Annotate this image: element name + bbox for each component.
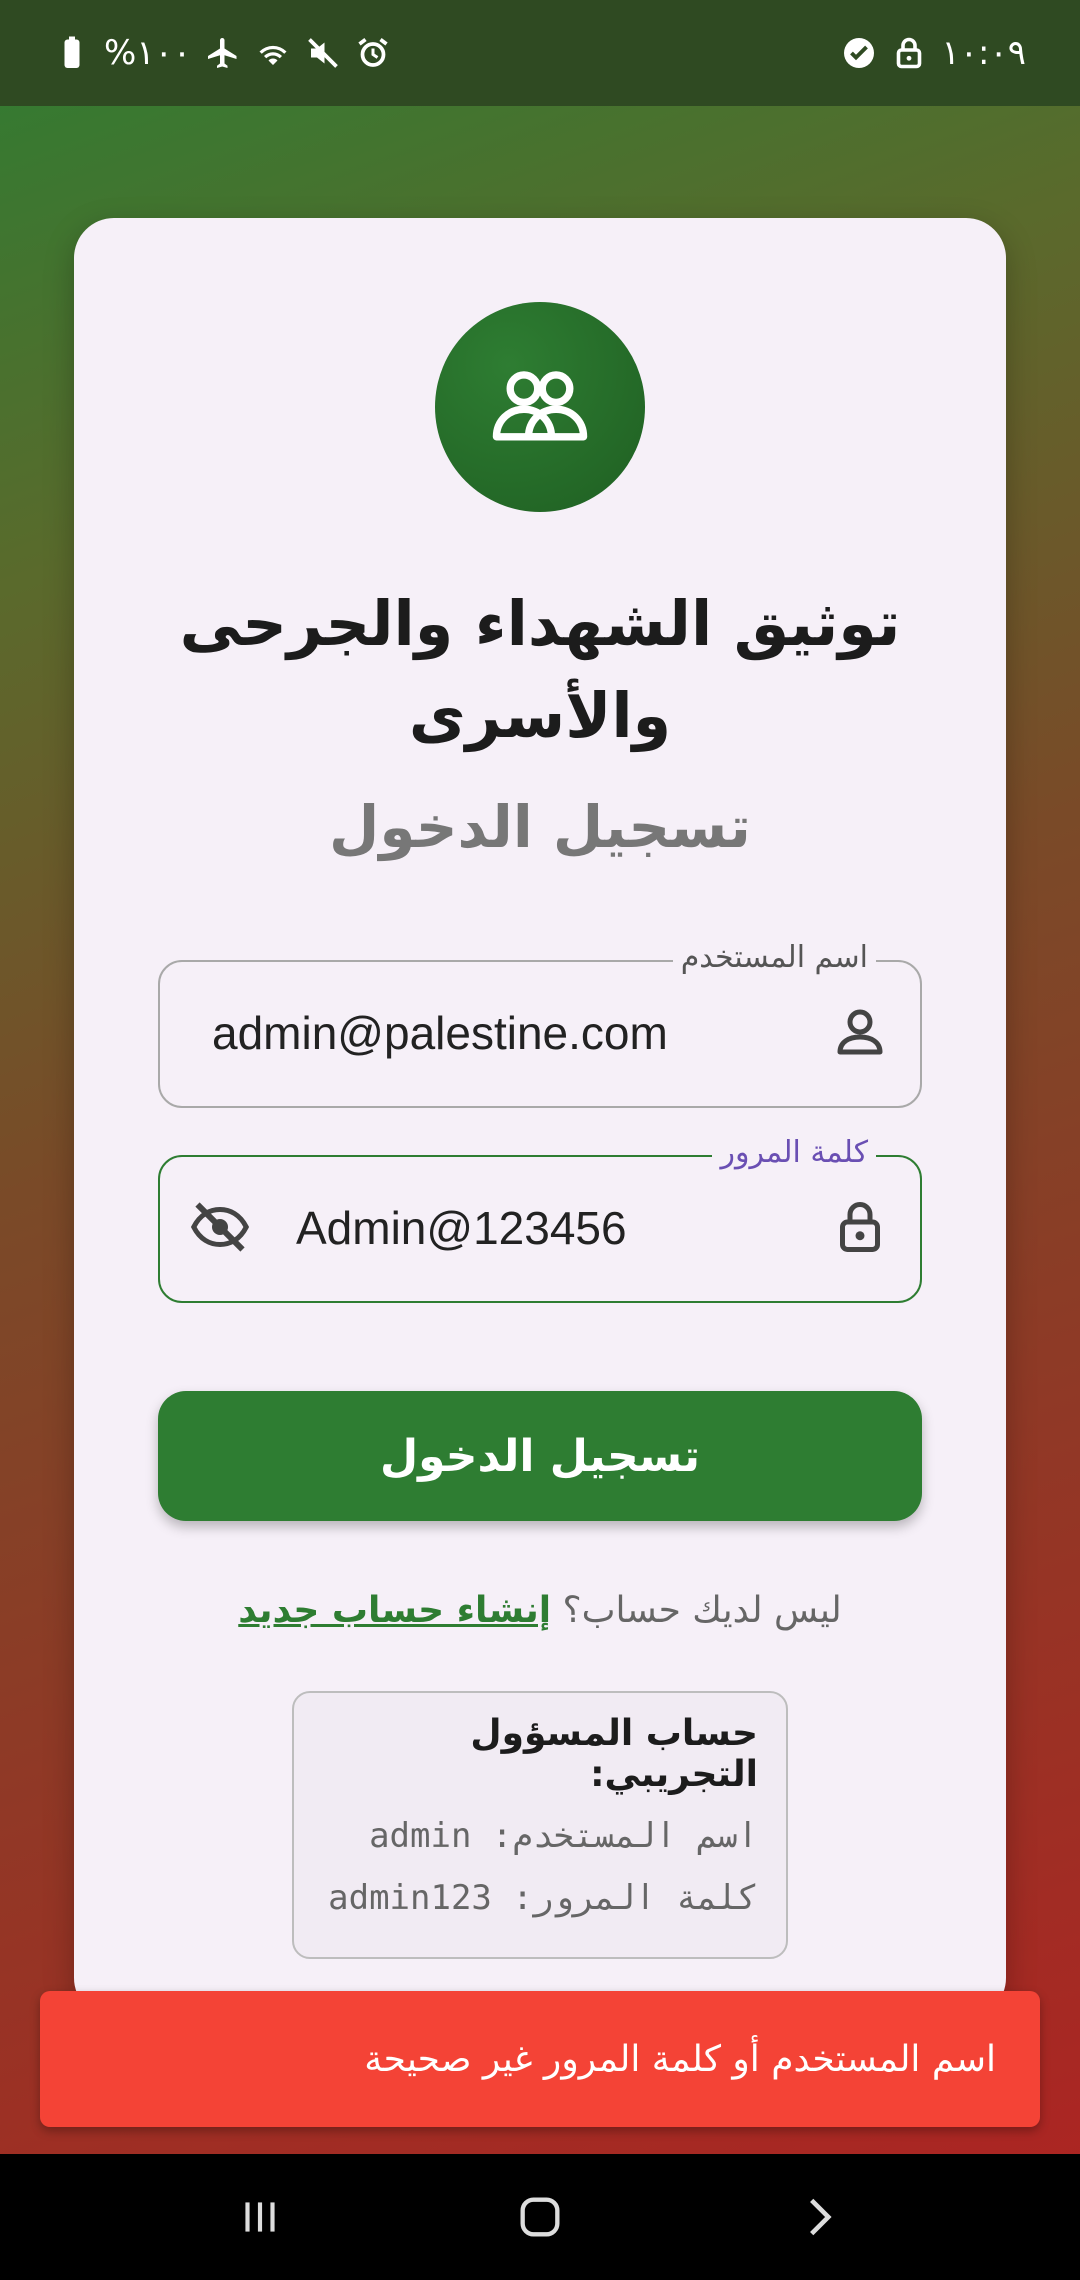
battery-icon: [64, 36, 80, 68]
demo-account-title: حساب المسؤول التجريبي:: [470, 1713, 758, 1795]
airplane-icon: [208, 38, 237, 68]
status-left-group: %١٠٠: [54, 33, 391, 73]
lock-icon: [897, 37, 922, 69]
people-icon: [492, 371, 588, 441]
demo-account-box: حساب المسؤول التجريبي: اسم المستخدم: adm…: [292, 1691, 788, 1959]
status-bar: %١٠٠ ١٠:٠٩: [0, 0, 1080, 106]
wifi-icon: [259, 45, 287, 65]
signup-prompt: ليس لديك حساب؟: [562, 1590, 842, 1631]
password-field[interactable]: كلمة المرور Admin@123456: [158, 1135, 922, 1303]
check-circle-icon: [844, 38, 875, 68]
username-label: اسم المستخدم: [672, 940, 876, 975]
password-label: كلمة المرور: [712, 1135, 876, 1170]
recents-icon: [245, 2202, 275, 2232]
app-logo: [435, 302, 645, 512]
visibility-off-icon[interactable]: [190, 1197, 250, 1257]
demo-username-line: اسم المستخدم: admin: [369, 1816, 758, 1856]
person-icon: [837, 1009, 883, 1055]
username-input[interactable]: admin@palestine.com: [212, 1006, 668, 1060]
create-account-link[interactable]: إنشاء حساب جديد: [238, 1590, 551, 1631]
login-button[interactable]: تسجيل الدخول: [158, 1391, 922, 1521]
page-subtitle: تسجيل الدخول: [329, 793, 751, 861]
lock-icon: [840, 1202, 880, 1252]
error-snackbar: اسم المستخدم أو كلمة المرور غير صحيحة: [40, 1991, 1040, 2127]
password-input[interactable]: Admin@123456: [296, 1201, 627, 1255]
recent-apps-button[interactable]: [220, 2177, 300, 2257]
alarm-icon: [358, 38, 388, 67]
page-title: توثيق الشهداء والجرحى والأسرى: [179, 587, 901, 752]
username-field[interactable]: اسم المستخدم admin@palestine.com: [158, 940, 922, 1108]
mute-icon: [308, 38, 338, 68]
back-button[interactable]: [780, 2177, 860, 2257]
battery-percent: %١٠٠: [104, 33, 192, 73]
snackbar-message: اسم المستخدم أو كلمة المرور غير صحيحة: [364, 2038, 996, 2080]
signup-row: ليس لديك حساب؟ إنشاء حساب جديد: [158, 1590, 922, 1631]
home-button[interactable]: [500, 2177, 580, 2257]
home-icon: [520, 2197, 560, 2237]
demo-password-line: كلمة المرور: admin123: [328, 1878, 758, 1918]
back-chevron-icon: [810, 2198, 832, 2236]
status-right-group: ١٠:٠٩: [841, 33, 1026, 73]
status-time: ١٠:٠٩: [941, 33, 1026, 73]
system-nav-bar: [0, 2154, 1080, 2280]
login-card: توثيق الشهداء والجرحى والأسرى تسجيل الدخ…: [74, 218, 1006, 2018]
